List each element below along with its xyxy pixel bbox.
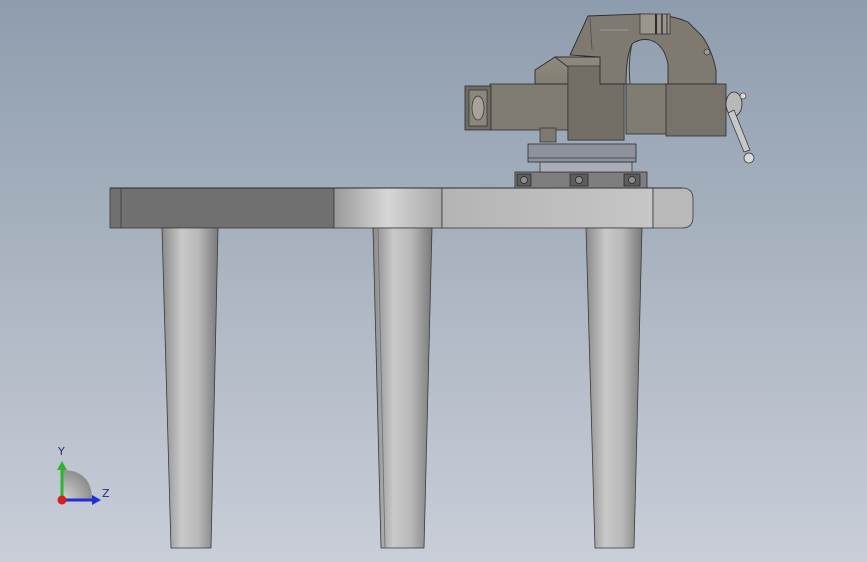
triad-y-label: Y [57,445,65,458]
vise-slide-beam [489,83,569,131]
vise-moving-jaw-front [665,83,727,137]
workbench-top[interactable] [109,187,694,229]
reference-triad: Y Z [57,445,110,505]
table-leg-right[interactable] [585,227,643,549]
x-axis-origin-icon [57,495,67,505]
workbench-top-middle-face [333,187,443,229]
table-legs[interactable] [161,227,643,549]
vise-moving-jaw [625,83,669,135]
workbench-top-rounded-end [652,187,694,229]
triad-quarter-icon [62,470,92,500]
bench-vise[interactable] [464,13,755,189]
triad-z-label: Z [102,487,110,500]
vise-fixed-foot [539,127,557,143]
graphics-viewport[interactable]: Y Z [0,0,867,562]
table-leg-left[interactable] [161,227,219,549]
workbench-top-right-face [441,187,654,229]
vise-handle-knob[interactable] [743,152,755,164]
3d-scene[interactable]: Y Z [0,0,867,562]
vise-swivel-upper [527,143,637,163]
vise-handle-bar[interactable] [727,109,751,153]
vise-jaw-plates [639,13,671,35]
vise-swivel-lower [539,161,633,173]
workbench-top-left-face [109,187,335,229]
